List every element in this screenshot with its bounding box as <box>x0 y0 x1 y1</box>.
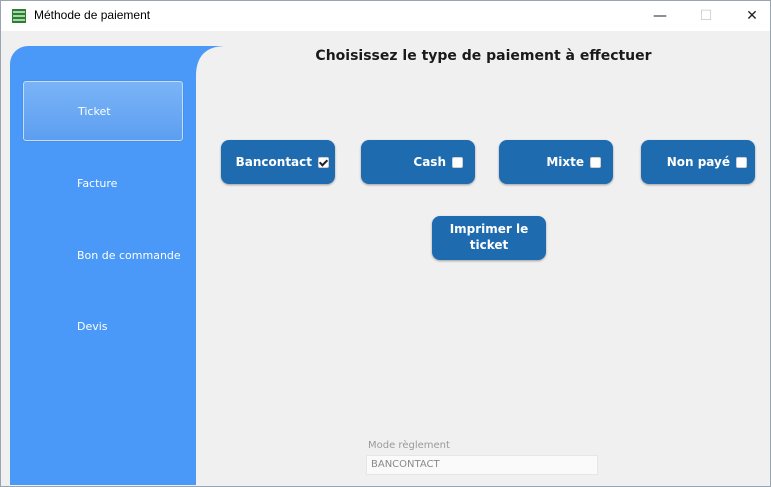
bancontact-label: Bancontact <box>235 155 312 169</box>
print-ticket-label-line1: Imprimer le <box>449 222 529 236</box>
non-paye-button[interactable]: Non payé <box>641 140 755 184</box>
mixte-button[interactable]: Mixte <box>499 140 613 184</box>
sidebar-item-label: Bon de commande <box>77 248 181 262</box>
sidebar-item-bon-de-commande[interactable]: Bon de commande <box>23 225 183 285</box>
page-title: Choisissez le type de paiement à effectu… <box>315 48 652 64</box>
print-ticket-button[interactable]: Imprimer le ticket <box>432 216 546 260</box>
cash-label: Cash <box>413 155 446 169</box>
minimize-button[interactable]: — <box>637 1 683 31</box>
mode-reglement-field[interactable]: BANCONTACT <box>366 455 598 475</box>
maximize-button[interactable]: ☐ <box>683 1 729 31</box>
non-paye-checkbox[interactable] <box>736 156 747 168</box>
non-paye-label: Non payé <box>666 155 730 169</box>
sidebar-item-label: Facture <box>77 176 118 190</box>
sidebar-item-devis[interactable]: Devis <box>23 296 183 356</box>
sidebar-item-label: Ticket <box>78 104 111 118</box>
cash-checkbox[interactable] <box>452 156 463 168</box>
close-button[interactable]: ✕ <box>729 1 771 31</box>
sidebar-item-ticket[interactable]: Ticket <box>23 81 183 141</box>
bancontact-checkbox[interactable] <box>318 156 329 168</box>
window-title: Méthode de paiement <box>34 8 151 22</box>
sidebar-item-facture[interactable]: Facture <box>23 153 183 213</box>
bancontact-button[interactable]: Bancontact <box>221 140 335 184</box>
app-icon <box>12 9 26 23</box>
mixte-checkbox[interactable] <box>590 156 601 168</box>
sidebar: Ticket Facture Bon de commande Devis <box>10 46 226 485</box>
cash-button[interactable]: Cash <box>361 140 475 184</box>
title-bar: Méthode de paiement — ☐ ✕ <box>1 1 770 31</box>
mode-reglement-label: Mode règlement <box>368 440 450 451</box>
sidebar-item-label: Devis <box>77 319 108 333</box>
print-ticket-label-line2: ticket <box>469 238 509 252</box>
mixte-label: Mixte <box>546 155 584 169</box>
